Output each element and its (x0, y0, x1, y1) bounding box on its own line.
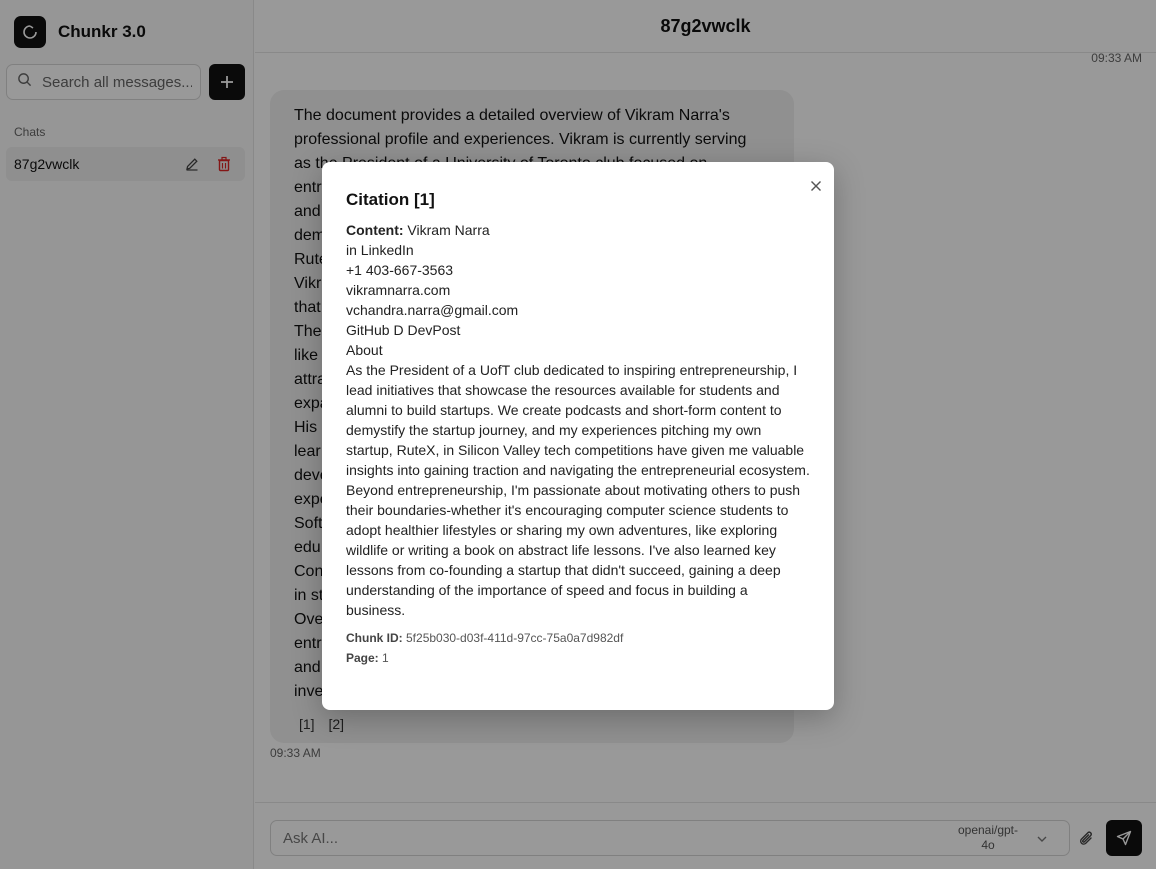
citation-meta: Chunk ID: 5f25b030-d03f-411d-97cc-75a0a7… (346, 628, 810, 668)
chunk-id-row: Chunk ID: 5f25b030-d03f-411d-97cc-75a0a7… (346, 628, 810, 648)
close-icon[interactable] (806, 176, 826, 196)
citation-content: Content: Vikram Narra in LinkedIn +1 403… (346, 220, 810, 620)
page-row: Page: 1 (346, 648, 810, 668)
chunk-id-value: 5f25b030-d03f-411d-97cc-75a0a7d982df (402, 631, 624, 645)
citation-modal: Citation [1] Content: Vikram Narra in Li… (322, 162, 834, 710)
chunk-id-label: Chunk ID: (346, 631, 403, 645)
page-label: Page: (346, 651, 379, 665)
content-text: Vikram Narra in LinkedIn +1 403-667-3563… (346, 222, 810, 618)
content-label: Content: (346, 222, 404, 238)
page-value: 1 (378, 651, 389, 665)
citation-title: Citation [1] (346, 190, 435, 209)
